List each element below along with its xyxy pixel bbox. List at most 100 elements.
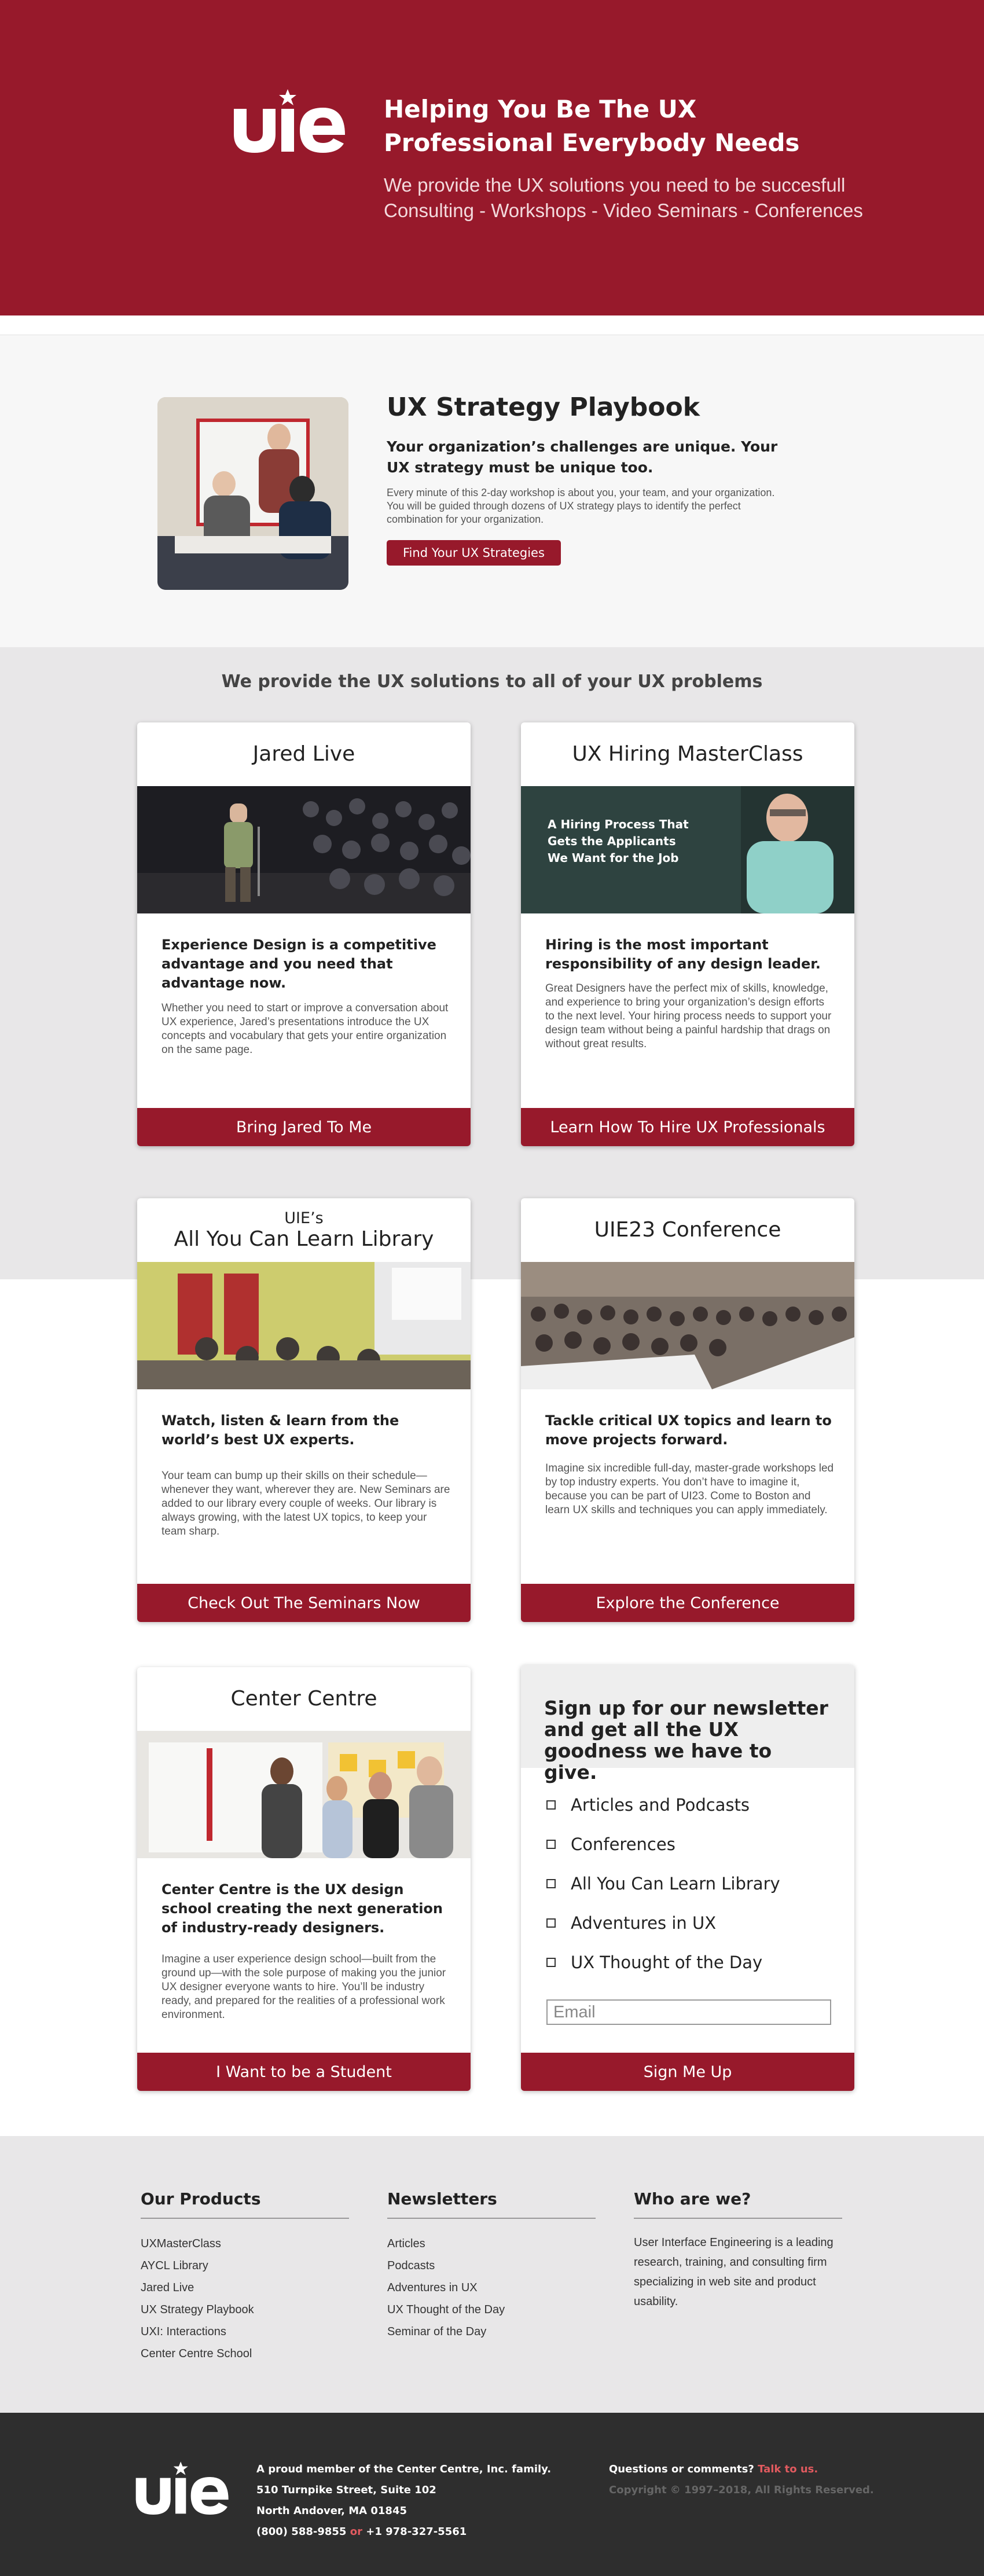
students-photo: [137, 1731, 471, 1858]
uie-logo[interactable]: [229, 87, 351, 156]
card-title: UIE23 Conference: [594, 1218, 781, 1242]
jared-live-card: Jared Live Experience Design is a compet…: [137, 722, 471, 1146]
playbook-section: UX Strategy Playbook Your organization’s…: [0, 335, 984, 647]
slide-text: We Want for the Job: [548, 851, 679, 865]
newsletter-option[interactable]: UX Thought of the Day: [546, 1943, 780, 1982]
footer-about: Who are we? User Interface Engineering i…: [634, 2189, 842, 2311]
card-title: UX Hiring MasterClass: [572, 742, 803, 766]
card-title: Center Centre: [230, 1687, 377, 1711]
card-title-prefix: UIE’s: [284, 1209, 324, 1227]
card-lead: Hiring is the most important responsibil…: [545, 937, 821, 972]
or-text: or: [350, 2526, 362, 2538]
newsletter-option-label: Articles and Podcasts: [571, 1795, 750, 1815]
questions-line: Questions or comments? Talk to us.: [609, 2459, 898, 2480]
playbook-lead: Your organization’s challenges are uniqu…: [387, 438, 778, 476]
footer-link[interactable]: AYCL Library: [141, 2255, 349, 2277]
card-body: Imagine a user experience design school—…: [161, 1953, 446, 2021]
footer-link[interactable]: Articles: [387, 2233, 596, 2255]
hero-subtitle: We provide the UX solutions you need to …: [384, 173, 905, 223]
card-lead: Watch, listen & learn from the world’s b…: [161, 1412, 399, 1448]
sign-me-up-button[interactable]: Sign Me Up: [521, 2053, 854, 2091]
checkbox[interactable]: [546, 1918, 556, 1928]
uie23-conference-card: UIE23 Conference Tackle critical UX topi…: [521, 1198, 854, 1622]
footer-link[interactable]: Podcasts: [387, 2255, 596, 2277]
playbook-body: Every minute of this 2-day workshop is a…: [387, 487, 775, 525]
find-strategies-button[interactable]: Find Your UX Strategies: [387, 540, 561, 566]
card-body: Imagine six incredible full-day, master-…: [545, 1462, 834, 1516]
checkbox[interactable]: [546, 1840, 556, 1849]
checkbox[interactable]: [546, 1800, 556, 1810]
newsletter-option-label: UX Thought of the Day: [571, 1953, 763, 1972]
hero-subtitle-line: Consulting - Workshops - Video Seminars …: [384, 200, 863, 221]
newsletter-option-label: All You Can Learn Library: [571, 1874, 780, 1894]
footer-heading: Who are we?: [634, 2189, 842, 2219]
newsletter-option-label: Adventures in UX: [571, 1913, 717, 1933]
explore-conference-button[interactable]: Explore the Conference: [521, 1584, 854, 1622]
checkbox[interactable]: [546, 1879, 556, 1888]
become-student-button[interactable]: I Want to be a Student: [137, 2053, 471, 2091]
services-title: We provide the UX solutions to all of yo…: [221, 671, 763, 692]
member-text: A proud member of the Center Centre, Inc…: [256, 2463, 552, 2475]
hero-banner: Helping You Be The UX Professional Every…: [0, 0, 984, 315]
footer-link[interactable]: UXI: Interactions: [141, 2321, 349, 2343]
footer-link[interactable]: Jared Live: [141, 2277, 349, 2299]
footer-link[interactable]: Center Centre School: [141, 2343, 349, 2365]
footer-link[interactable]: Seminar of the Day: [387, 2321, 596, 2343]
newsletter-card: Sign up for our newsletter and get all t…: [521, 1665, 854, 2091]
hero-title-line: Professional Everybody Needs: [384, 129, 800, 157]
card-lead: Experience Design is a competitive advan…: [161, 937, 436, 991]
bring-jared-button[interactable]: Bring Jared To Me: [137, 1108, 471, 1146]
check-seminars-button[interactable]: Check Out The Seminars Now: [137, 1584, 471, 1622]
playbook-content: UX Strategy Playbook Your organization’s…: [387, 390, 792, 566]
newsletter-option[interactable]: Conferences: [546, 1825, 780, 1864]
street-address: 510 Turnpike Street, Suite 102: [256, 2484, 436, 2496]
learn-hiring-button[interactable]: Learn How To Hire UX Professionals: [521, 1108, 854, 1146]
footer-newsletters: Newsletters Articles Podcasts Adventures…: [387, 2189, 596, 2343]
newsletter-title: Sign up for our newsletter and get all t…: [521, 1665, 854, 1783]
card-lead: Center Centre is the UX design school cr…: [161, 1881, 443, 1936]
newsletter-option[interactable]: Articles and Podcasts: [546, 1785, 780, 1825]
slide-text: A Hiring Process That: [548, 817, 689, 831]
card-title: UIE’s All You Can Learn Library: [137, 1198, 471, 1262]
hiring-video-thumbnail: A Hiring Process That Gets the Applicant…: [521, 786, 854, 913]
footer: Our Products UXMasterClass AYCL Library …: [0, 2136, 984, 2413]
hero-title-line: Helping You Be The UX: [384, 95, 697, 123]
card-lead: Tackle critical UX topics and learn to m…: [545, 1412, 832, 1448]
newsletter-options: Articles and Podcasts Conferences All Yo…: [546, 1785, 780, 1982]
hero-title: Helping You Be The UX Professional Every…: [384, 93, 905, 160]
phone-number[interactable]: +1 978-327-5561: [366, 2526, 467, 2538]
card-body: Whether you need to start or improve a c…: [161, 1002, 449, 1056]
bottom-bar: A proud member of the Center Centre, Inc…: [0, 2413, 984, 2576]
contact-block: Questions or comments? Talk to us. Copyr…: [609, 2459, 898, 2501]
company-address: A proud member of the Center Centre, Inc…: [256, 2459, 581, 2542]
newsletter-option-label: Conferences: [571, 1834, 675, 1854]
footer-products: Our Products UXMasterClass AYCL Library …: [141, 2189, 349, 2365]
classroom-photo: [137, 1262, 471, 1389]
phone-number[interactable]: (800) 588-9855: [256, 2526, 346, 2538]
city-address: North Andover, MA 01845: [256, 2505, 407, 2517]
questions-text: Questions or comments?: [609, 2463, 754, 2475]
about-text: User Interface Engineering is a leading …: [634, 2236, 834, 2308]
uie-logo[interactable]: [132, 2457, 233, 2520]
footer-link[interactable]: UX Thought of the Day: [387, 2299, 596, 2321]
hero-subtitle-line: We provide the UX solutions you need to …: [384, 174, 846, 196]
footer-heading: Our Products: [141, 2189, 349, 2219]
center-centre-card: Center Centre Center Centre is the UX de…: [137, 1667, 471, 2091]
phone-numbers: (800) 588-9855 or +1 978-327-5561: [256, 2522, 581, 2542]
playbook-title: UX Strategy Playbook: [387, 392, 700, 422]
conference-photo: [521, 1262, 854, 1389]
slide-text: Gets the Applicants: [548, 834, 676, 848]
footer-heading: Newsletters: [387, 2189, 596, 2219]
footer-link[interactable]: Adventures in UX: [387, 2277, 596, 2299]
card-title: Jared Live: [252, 742, 355, 766]
card-body: Your team can bump up their skills on th…: [161, 1470, 450, 1537]
newsletter-option[interactable]: All You Can Learn Library: [546, 1864, 780, 1903]
newsletter-option[interactable]: Adventures in UX: [546, 1903, 780, 1943]
email-field[interactable]: [546, 1999, 831, 2025]
checkbox[interactable]: [546, 1958, 556, 1967]
card-body: Great Designers have the perfect mix of …: [545, 982, 832, 1050]
footer-link[interactable]: UXMasterClass: [141, 2233, 349, 2255]
talk-to-us-link[interactable]: Talk to us.: [758, 2463, 818, 2475]
aycl-library-card: UIE’s All You Can Learn Library Watch, l…: [137, 1198, 471, 1622]
footer-link[interactable]: UX Strategy Playbook: [141, 2299, 349, 2321]
